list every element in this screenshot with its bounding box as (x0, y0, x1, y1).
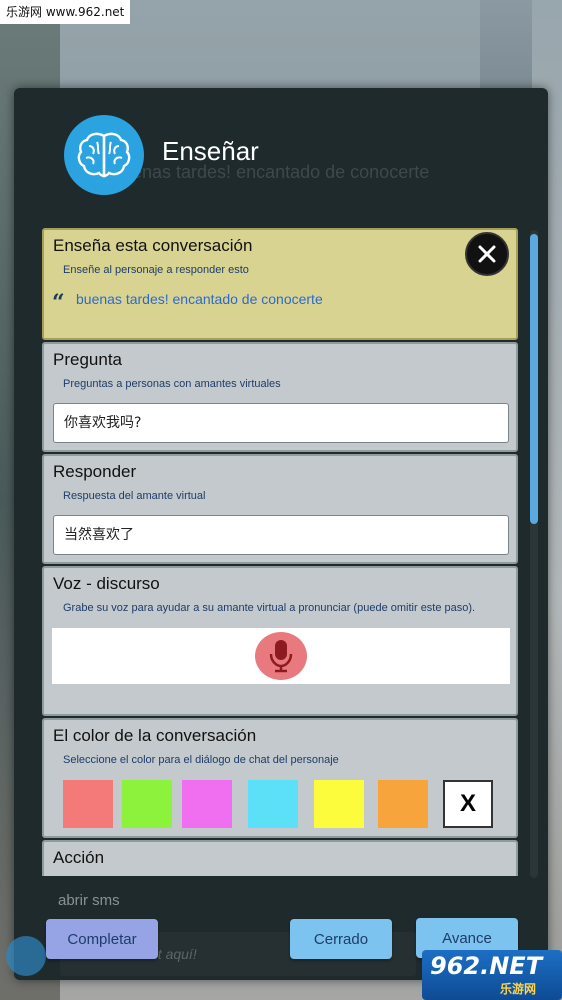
color-swatch-magenta[interactable] (182, 780, 232, 828)
close-icon (478, 245, 496, 263)
card-title: Voz - discurso (53, 574, 160, 593)
card-title: Acción (53, 848, 105, 867)
response-input[interactable]: 当然喜欢了 (53, 515, 509, 555)
card-subtitle: Respuesta del amante virtual (63, 490, 206, 502)
conversation-color-card: El color de la conversación Seleccione e… (42, 718, 518, 838)
voice-card: Voz - discurso Grabe su voz para ayudar … (42, 566, 518, 716)
card-subtitle: Grabe su voz para ayudar a su amante vir… (63, 602, 476, 614)
color-swatch-cyan[interactable] (248, 780, 298, 828)
color-swatch-green[interactable] (122, 780, 172, 828)
closed-button[interactable]: Cerrado (290, 919, 392, 959)
color-swatch-yellow[interactable] (314, 780, 364, 828)
close-button[interactable] (465, 232, 509, 276)
voice-record-area (52, 628, 510, 684)
logo-main: 962.NET (430, 952, 543, 980)
site-watermark: 乐游网 www.962.net (0, 0, 131, 24)
card-subtitle: Enseñe al personaje a responder esto (63, 264, 249, 276)
dialog-title: Enseñar (162, 136, 259, 166)
quote-icon: “ (52, 290, 65, 316)
site-logo: 962.NET 乐游网 (422, 950, 562, 1000)
card-title: El color de la conversación (53, 726, 257, 745)
color-swatch-orange[interactable] (378, 780, 428, 828)
card-subtitle: Preguntas a personas con amantes virtual… (63, 378, 281, 390)
card-title: Responder (53, 462, 137, 481)
response-card: Responder Respuesta del amante virtual 当… (42, 454, 518, 564)
microphone-icon (269, 640, 293, 673)
question-input[interactable]: 你喜欢我吗? (53, 403, 509, 443)
teach-conversation-card: Enseña esta conversación Enseñe al perso… (42, 228, 518, 340)
card-subtitle: Seleccione el color para el diálogo de c… (63, 754, 339, 766)
complete-button[interactable]: Completar (46, 919, 158, 959)
logo-sub: 乐游网 (500, 982, 537, 996)
color-clear-button[interactable]: X (443, 780, 493, 828)
dialog-header: enas tardes! encantado de conocerte Ense… (14, 88, 548, 226)
card-title: Pregunta (53, 350, 122, 369)
scrollbar[interactable] (530, 230, 538, 878)
teach-dialog: enas tardes! encantado de conocerte Ense… (14, 88, 548, 980)
brain-icon (64, 115, 144, 195)
action-card: Acción (42, 840, 518, 876)
scrollbar-thumb[interactable] (530, 234, 538, 524)
question-card: Pregunta Preguntas a personas con amante… (42, 342, 518, 452)
color-swatch-red[interactable] (63, 780, 113, 828)
teach-quote: buenas tardes! encantado de conocerte (76, 291, 323, 307)
form-scroll-area[interactable]: Enseña esta conversación Enseñe al perso… (42, 228, 520, 876)
record-button[interactable] (255, 632, 307, 680)
background-avatar (6, 936, 46, 976)
background-sms-text: abrir sms (58, 892, 120, 909)
card-title: Enseña esta conversación (53, 236, 253, 255)
